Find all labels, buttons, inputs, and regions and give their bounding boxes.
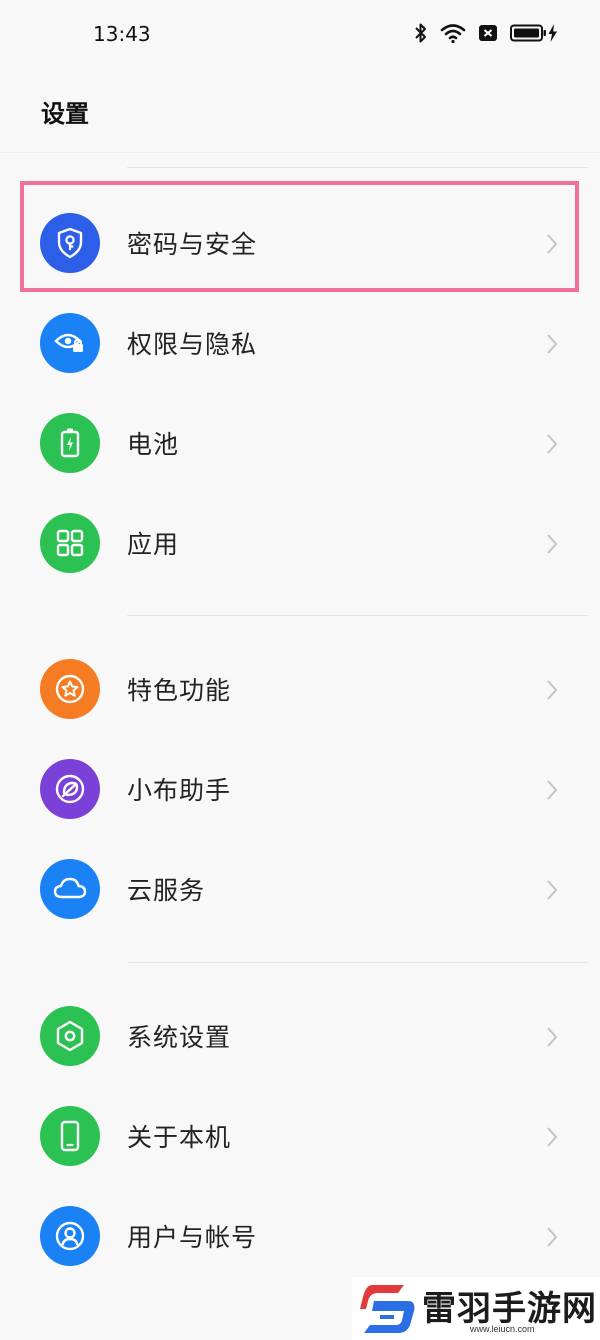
top-divider [127, 167, 588, 168]
settings-item-label: 权限与隐私 [127, 330, 258, 359]
settings-item-cloud-service[interactable]: 云服务 [0, 839, 600, 939]
settings-item-label: 云服务 [127, 876, 206, 905]
chevron-right-icon [547, 1027, 558, 1047]
settings-item-label: 应用 [127, 530, 180, 559]
settings-item-label: 电池 [127, 430, 180, 459]
status-time: 13:43 [93, 22, 151, 46]
wifi-icon [440, 22, 466, 44]
chevron-right-icon [547, 1127, 558, 1147]
watermark-logo-icon [360, 1285, 415, 1333]
battery-charging-icon [510, 23, 558, 43]
settings-item-label: 小布助手 [127, 776, 232, 805]
settings-item-special-features[interactable]: 特色功能 [0, 639, 600, 739]
settings-item-label: 用户与帐号 [127, 1223, 258, 1252]
chevron-right-icon [547, 434, 558, 454]
settings-item-label: 密码与安全 [127, 230, 258, 259]
cloud-icon [40, 859, 100, 919]
chevron-right-icon [547, 534, 558, 554]
user-icon [40, 1206, 100, 1266]
chevron-right-icon [547, 234, 558, 254]
settings-item-system-settings[interactable]: 系统设置 [0, 986, 600, 1086]
settings-item-label: 系统设置 [127, 1023, 232, 1052]
watermark-url: www.leiucn.com [470, 1324, 535, 1334]
watermark-text: 雷羽手游网 [422, 1289, 597, 1329]
watermark: 雷羽手游网 www.leiucn.com [352, 1277, 600, 1340]
chevron-right-icon [547, 680, 558, 700]
settings-item-label: 特色功能 [127, 676, 232, 705]
star-icon [40, 659, 100, 719]
apps-grid-icon [40, 513, 100, 573]
battery-icon [40, 413, 100, 473]
chevron-right-icon [547, 1227, 558, 1247]
settings-item-about-phone[interactable]: 关于本机 [0, 1086, 600, 1186]
bluetooth-icon [414, 22, 428, 44]
header-divider [0, 152, 600, 153]
settings-item-password-security[interactable]: 密码与安全 [0, 193, 600, 293]
sim-blocked-icon [478, 23, 498, 43]
settings-item-users-accounts[interactable]: 用户与帐号 [0, 1186, 600, 1286]
page-title: 设置 [41, 100, 89, 128]
shield-key-icon [40, 213, 100, 273]
phone-icon [40, 1106, 100, 1166]
eye-lock-icon [40, 313, 100, 373]
hexagon-gear-icon [40, 1006, 100, 1066]
status-icons [414, 22, 558, 44]
chevron-right-icon [547, 334, 558, 354]
settings-item-permissions-privacy[interactable]: 权限与隐私 [0, 293, 600, 393]
section-divider [127, 962, 588, 963]
settings-item-label: 关于本机 [127, 1123, 232, 1152]
chevron-right-icon [547, 880, 558, 900]
settings-item-battery[interactable]: 电池 [0, 393, 600, 493]
section-divider [127, 615, 588, 616]
status-bar: 13:43 [0, 0, 600, 70]
assistant-icon [40, 759, 100, 819]
settings-item-assistant[interactable]: 小布助手 [0, 739, 600, 839]
settings-item-apps[interactable]: 应用 [0, 493, 600, 593]
chevron-right-icon [547, 780, 558, 800]
